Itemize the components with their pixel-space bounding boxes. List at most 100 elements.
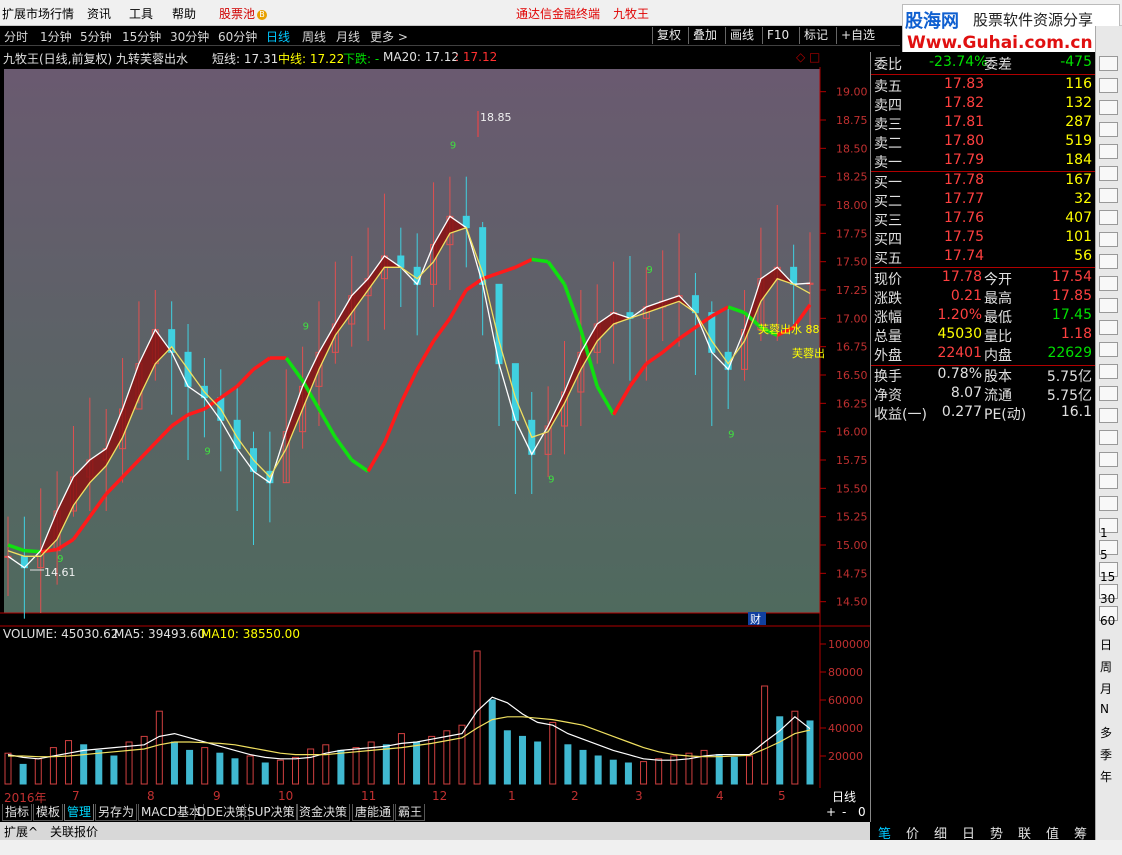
stat-value: 0.21 — [950, 288, 982, 304]
sidebar-tool-icon[interactable] — [1099, 100, 1118, 115]
period-tab-5min[interactable]: 5分钟 — [80, 28, 112, 45]
nine-marker: 9 — [303, 322, 309, 333]
sidebar-tool-icon[interactable] — [1099, 276, 1118, 291]
sidebar-tool-icon[interactable] — [1099, 386, 1118, 401]
sidebar-tool-icon[interactable] — [1099, 298, 1118, 313]
price-tick-label: 18.50 — [836, 142, 868, 155]
period-tab-weekly[interactable]: 周线 — [302, 28, 326, 45]
menu-help[interactable]: 帮助 — [172, 5, 196, 22]
sidebar-tool-icon[interactable] — [1099, 56, 1118, 71]
sidebar-tool-icon[interactable] — [1099, 496, 1118, 511]
sidebar-tool-icon[interactable] — [1099, 188, 1118, 203]
tab-template[interactable]: 模板 — [33, 804, 64, 821]
volume-bar — [488, 699, 496, 785]
period-tab-fenshi[interactable]: 分时 — [4, 28, 28, 45]
period-tab-monthly[interactable]: 月线 — [336, 28, 360, 45]
stat-value: 22401 — [937, 345, 982, 361]
f10-button[interactable]: F10 — [762, 27, 793, 44]
add-watchlist-button[interactable]: +自选 — [836, 27, 879, 44]
tab-manage[interactable]: 管理 — [64, 804, 95, 821]
volume-ma10: MA10: 38550.00 — [201, 627, 300, 641]
tab-fund[interactable]: 资金决策 — [296, 804, 351, 821]
sidebar-period-label[interactable]: N — [1100, 702, 1109, 716]
sidebar-tool-icon[interactable] — [1099, 364, 1118, 379]
sidebar-tool-icon[interactable] — [1099, 408, 1118, 423]
order-volume: 32 — [1074, 191, 1092, 207]
price-tick-label: 16.75 — [836, 341, 868, 354]
zoom-in-button[interactable]: + — [826, 805, 836, 819]
sidebar-period-label[interactable]: 年 — [1100, 768, 1112, 785]
date-label: 7 — [72, 789, 80, 803]
menu-market[interactable]: 扩展市场行情 — [2, 5, 74, 22]
period-tab-30min[interactable]: 30分钟 — [170, 28, 209, 45]
sidebar-tool-icon[interactable] — [1099, 78, 1118, 93]
sidebar-tool-icon[interactable] — [1099, 232, 1118, 247]
overlay-button[interactable]: 叠加 — [688, 27, 721, 44]
period-more[interactable]: 更多 > — [370, 28, 408, 45]
draw-button[interactable]: 画线 — [725, 27, 758, 44]
sidebar-tool-icon[interactable] — [1099, 452, 1118, 467]
sidebar-period-label[interactable]: 60 — [1100, 614, 1115, 628]
chart-control-icon[interactable]: ◇ □ — [796, 50, 820, 64]
sidebar-tool-icon[interactable] — [1099, 342, 1118, 357]
stat-value: 45030 — [937, 326, 982, 342]
volume-bar — [110, 755, 118, 785]
chart-canvas[interactable]: 19.00 18.75 18.50 18.25 18.00 17.75 17.50 17.25… — [0, 67, 900, 807]
sidebar-period-label[interactable]: 日 — [1100, 636, 1112, 653]
stat-value: 17.45 — [1051, 307, 1092, 323]
sidebar-tool-icon[interactable] — [1099, 254, 1118, 269]
volume-bar — [745, 755, 753, 785]
logo-subtitle: 股票软件资源分享 — [973, 11, 1094, 29]
sidebar-period-label[interactable]: 5 — [1100, 548, 1108, 562]
sidebar-tool-icon[interactable] — [1099, 320, 1118, 335]
tab-save-as[interactable]: 另存为 — [95, 804, 138, 821]
price-tick-label: 15.25 — [836, 511, 868, 524]
sidebar-period-label[interactable]: 月 — [1100, 680, 1112, 697]
nine-marker: 9 — [646, 265, 652, 276]
volume-bar — [49, 747, 57, 785]
sidebar-period-label[interactable]: 周 — [1100, 658, 1112, 675]
stat-value: 8.07 — [950, 385, 982, 401]
tab-tangnengtong[interactable]: 唐能通 — [352, 804, 395, 821]
zoom-out-button[interactable]: - — [842, 805, 846, 819]
menu-news[interactable]: 资讯 — [87, 5, 111, 22]
tab-indicator[interactable]: 指标 — [2, 804, 33, 821]
ratio-label: 委比 — [874, 57, 902, 73]
sidebar-tool-icon[interactable] — [1099, 144, 1118, 159]
related-quote-button[interactable]: 关联报价 — [50, 823, 98, 840]
volume-bar — [34, 758, 42, 785]
sidebar-tool-icon[interactable] — [1099, 210, 1118, 225]
sidebar-period-label[interactable]: 多 — [1100, 724, 1112, 741]
zoom-reset-button[interactable]: 0 — [858, 805, 866, 819]
volume-ma10-line — [8, 716, 811, 758]
expand-button[interactable]: 扩展^ — [4, 823, 38, 840]
sidebar-tool-icon[interactable] — [1099, 474, 1118, 489]
cycle-label[interactable]: 日线 — [832, 788, 856, 805]
period-tab-60min[interactable]: 60分钟 — [218, 28, 257, 45]
sidebar-period-label[interactable]: 15 — [1100, 570, 1115, 584]
sell-row: 卖二 17.80 519 — [871, 133, 1096, 152]
date-label: 10 — [278, 789, 294, 803]
sidebar-tool-icon[interactable] — [1099, 430, 1118, 445]
volume-bar — [276, 759, 284, 785]
volume-bar — [382, 744, 390, 785]
period-tab-1min[interactable]: 1分钟 — [40, 28, 72, 45]
sidebar-period-label[interactable]: 1 — [1100, 526, 1108, 540]
tab-bawang[interactable]: 霸王 — [395, 804, 426, 821]
period-tab-15min[interactable]: 15分钟 — [122, 28, 161, 45]
tab-dde[interactable]: DDE决策 — [194, 804, 251, 821]
stat-label: 涨跌 — [874, 291, 902, 307]
sidebar-period-label[interactable]: 30 — [1100, 592, 1115, 606]
period-tab-daily[interactable]: 日线 — [266, 28, 290, 45]
fuquan-button[interactable]: 复权 — [652, 27, 685, 44]
menu-tools[interactable]: 工具 — [129, 5, 153, 22]
date-axis: 2016年 7 8 9 10 11 12 1 2 3 4 5 日线 — [0, 788, 856, 805]
sidebar-tool-icon[interactable] — [1099, 166, 1118, 181]
mark-button[interactable]: 标记 — [799, 27, 832, 44]
date-label: 8 — [147, 789, 155, 803]
sidebar-tool-icon[interactable] — [1099, 122, 1118, 137]
volume-bar — [19, 763, 27, 785]
sidebar-period-label[interactable]: 季 — [1100, 746, 1112, 763]
stock-pool-menu[interactable]: 股票池 B — [219, 5, 268, 22]
tab-sup[interactable]: SUP决策 — [244, 804, 298, 821]
